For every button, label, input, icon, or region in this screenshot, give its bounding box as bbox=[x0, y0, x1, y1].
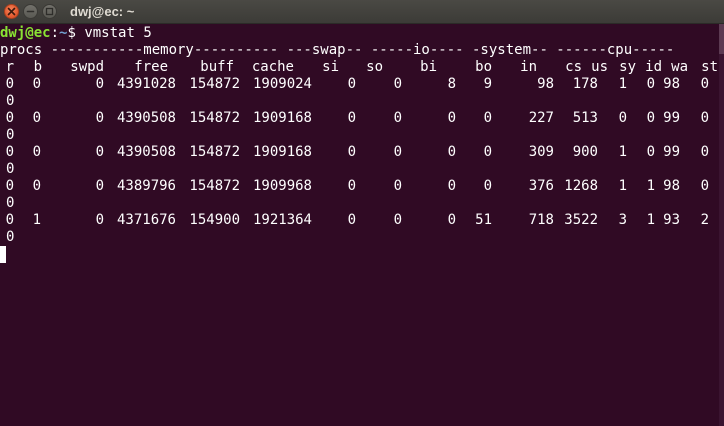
scrollbar[interactable] bbox=[719, 24, 724, 426]
title-bar[interactable]: dwj@ec: ~ bbox=[0, 0, 724, 24]
table-row-wrap: 0 bbox=[0, 161, 719, 178]
cell-wa: 0 bbox=[700, 178, 709, 194]
table-row: 0 1 0 4371676 154900 1921364 0 0 0 51 718 3522 3 1 93 2 bbox=[0, 212, 719, 229]
window-title: dwj@ec: ~ bbox=[70, 4, 135, 19]
maximize-icon bbox=[45, 7, 54, 16]
close-icon bbox=[7, 7, 16, 16]
table-row: 0 0 0 4390508 154872 1909168 0 0 0 0 227 513 0 0 99 0 bbox=[0, 110, 719, 127]
command-text: vmstat 5 bbox=[84, 25, 152, 41]
cell-st: 0 bbox=[6, 229, 15, 245]
table-row-wrap: 0 bbox=[0, 93, 719, 110]
table-row-wrap: 0 bbox=[0, 195, 719, 212]
table-row-wrap: 0 bbox=[0, 229, 719, 246]
prompt-line: dwj@ec:~$ vmstat 5 bbox=[0, 25, 719, 42]
minimize-icon bbox=[26, 10, 35, 13]
prompt-colon: : bbox=[50, 25, 60, 41]
prompt-user-host: dwj@ec bbox=[0, 25, 51, 41]
minimize-button[interactable] bbox=[23, 4, 38, 19]
table-row-wrap: 0 bbox=[0, 127, 719, 144]
terminal-cursor bbox=[0, 246, 6, 263]
table-row: 0 0 0 4390508 154872 1909168 0 0 0 0 309 900 1 0 99 0 bbox=[0, 144, 719, 161]
vmstat-group-header: procs -----------memory---------- ---swa… bbox=[0, 42, 675, 58]
cell-wa: 0 bbox=[700, 110, 709, 126]
terminal-output[interactable]: dwj@ec:~$ vmstat 5 procs -----------memo… bbox=[0, 25, 719, 426]
column-header-st: st bbox=[701, 59, 718, 75]
cell-st: 0 bbox=[6, 161, 15, 177]
scrollbar-thumb[interactable] bbox=[719, 24, 724, 54]
table-row: 0 0 0 4391028 154872 1909024 0 0 8 9 98 178 1 0 98 0 bbox=[0, 76, 719, 93]
cell-wa: 2 bbox=[700, 212, 709, 228]
close-button[interactable] bbox=[4, 4, 19, 19]
cell-st: 0 bbox=[6, 93, 15, 109]
cell-st: 0 bbox=[6, 195, 15, 211]
prompt-symbol: $ bbox=[67, 25, 85, 41]
cell-wa: 0 bbox=[700, 76, 709, 92]
cell-wa: 0 bbox=[700, 144, 709, 160]
table-row: 0 0 0 4389796 154872 1909968 0 0 0 0 376 1268 1 1 98 0 bbox=[0, 178, 719, 195]
maximize-button[interactable] bbox=[42, 4, 57, 19]
terminal-window: dwj@ec: ~ dwj@ec:~$ vmstat 5 procs -----… bbox=[0, 0, 724, 426]
vmstat-column-header: r b swpd free buff cache si so bi bo in cs us sy id wa s… bbox=[0, 59, 719, 76]
cell-st: 0 bbox=[6, 127, 15, 143]
